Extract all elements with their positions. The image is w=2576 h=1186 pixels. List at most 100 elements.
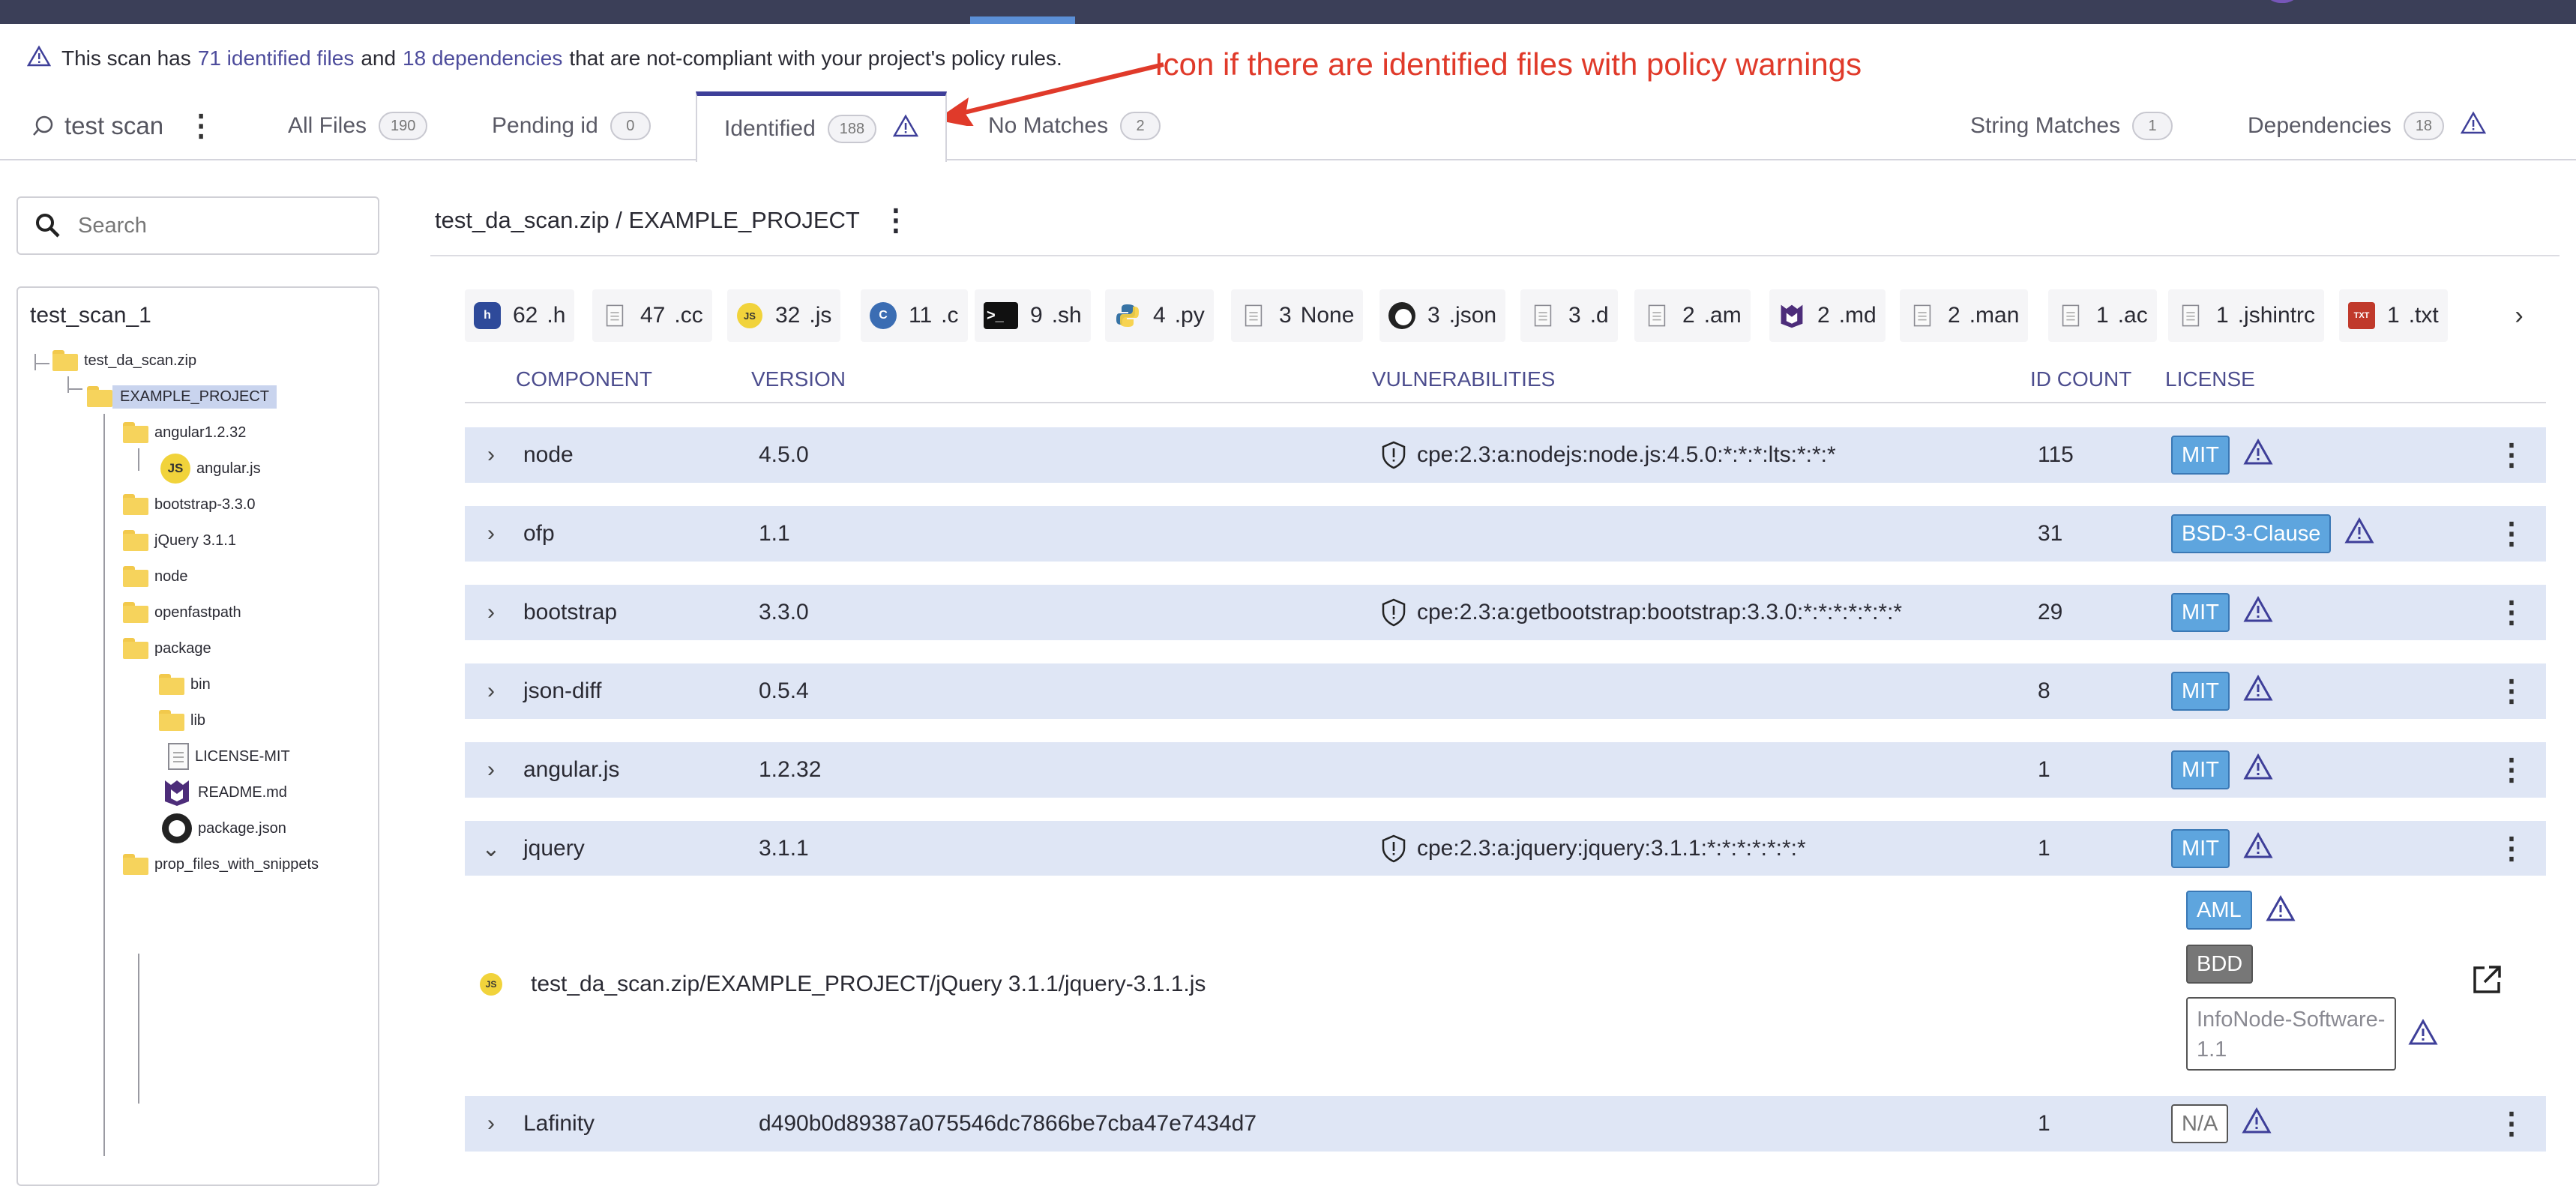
chevron-right-icon[interactable]: › xyxy=(480,663,502,719)
chevron-right-icon[interactable]: › xyxy=(480,742,502,798)
chevron-right-icon[interactable]: › xyxy=(480,427,502,483)
extension-label: .jshintrc xyxy=(2237,303,2316,328)
column-header-vulnerabilities[interactable]: VULNERABILITIES xyxy=(1372,367,1555,391)
extension-label: .txt xyxy=(2408,303,2439,328)
extension-chip[interactable]: 47 .cc xyxy=(592,289,712,342)
tree-node[interactable]: JS angular.js xyxy=(160,453,267,484)
table-row[interactable]: › Lafinity d490b0d89387a075546dc7866be7c… xyxy=(465,1096,2546,1152)
component-name: ofp xyxy=(523,521,555,546)
extension-chip[interactable]: 2 .md xyxy=(1769,289,1886,342)
tree-node[interactable]: bootstrap-3.3.0 xyxy=(123,489,262,520)
license-badge[interactable]: MIT xyxy=(2171,829,2230,868)
tree-node[interactable]: bin xyxy=(159,669,217,700)
extension-label: .c xyxy=(941,303,959,328)
file-entry[interactable]: JS test_da_scan.zip/EXAMPLE_PROJECT/jQue… xyxy=(480,966,1206,1003)
row-menu-icon[interactable]: ⋮ xyxy=(2497,663,2527,719)
open-external-icon[interactable] xyxy=(2471,964,2503,999)
extension-chip[interactable]: 4 .py xyxy=(1105,289,1214,342)
row-menu-icon[interactable]: ⋮ xyxy=(2497,742,2527,798)
row-menu-icon[interactable]: ⋮ xyxy=(2497,821,2527,876)
license-badge[interactable]: MIT xyxy=(2171,593,2230,632)
extension-chip[interactable]: >_ 9 .sh xyxy=(975,289,1091,342)
tab-pending-id[interactable]: Pending id 0 xyxy=(492,91,651,160)
tree-node[interactable]: angular1.2.32 xyxy=(123,417,252,448)
extension-chip[interactable]: h 62 .h xyxy=(465,289,575,342)
tree-node[interactable]: openfastpath xyxy=(123,597,247,628)
extension-chip[interactable]: C 11 .c xyxy=(861,289,968,342)
chevron-right-icon[interactable]: › xyxy=(480,1096,502,1152)
vulnerability-cpe[interactable]: cpe:2.3:a:jquery:jquery:3.1.1:*:*:*:*:*:… xyxy=(1417,836,1806,861)
column-header-component[interactable]: COMPONENT xyxy=(516,367,652,391)
extension-chip[interactable]: TXT 1 .txt xyxy=(2339,289,2448,342)
vulnerability-cpe[interactable]: cpe:2.3:a:nodejs:node.js:4.5.0:*:*:*:lts… xyxy=(1417,442,1836,468)
table-row[interactable]: › ofp 1.1 31 BSD-3-Clause ⋮ xyxy=(465,506,2546,562)
extension-chip[interactable]: 1 .jshintrc xyxy=(2168,289,2325,342)
identified-files-link[interactable]: 71 identified files xyxy=(198,46,355,70)
breadcrumb-path[interactable]: test_da_scan.zip / EXAMPLE_PROJECT xyxy=(435,207,860,234)
extension-chip[interactable]: 3 .json xyxy=(1379,289,1506,342)
tab-all-files[interactable]: All Files 190 xyxy=(288,91,428,160)
extension-chip[interactable]: 3 .d xyxy=(1520,289,1618,342)
tree-root-title[interactable]: test_scan_1 xyxy=(30,303,151,328)
tree-node[interactable]: lib xyxy=(159,705,211,736)
extension-chip[interactable]: JS 32 .js xyxy=(727,289,841,342)
tab-dependencies[interactable]: Dependencies 18 xyxy=(2248,91,2487,160)
dependencies-link[interactable]: 18 dependencies xyxy=(403,46,562,70)
tree-node[interactable]: jQuery 3.1.1 xyxy=(123,525,242,556)
license-badge[interactable]: AML xyxy=(2186,891,2252,930)
chevron-right-icon[interactable]: › xyxy=(480,506,502,562)
scan-selector[interactable]: test scan ⋮ xyxy=(31,91,216,160)
chevron-right-icon[interactable]: › xyxy=(2504,289,2534,342)
vulnerability-cell: cpe:2.3:a:getbootstrap:bootstrap:3.3.0:*… xyxy=(1381,585,1902,640)
tree-node-label: package.json xyxy=(198,819,286,837)
license-badge[interactable]: MIT xyxy=(2171,436,2230,475)
search-input[interactable] xyxy=(78,213,363,238)
breadcrumb-menu-icon[interactable]: ⋮ xyxy=(881,203,911,238)
license-badge[interactable]: N/A xyxy=(2171,1104,2229,1143)
chevron-right-icon[interactable]: › xyxy=(480,585,502,640)
tab-no-matches[interactable]: No Matches 2 xyxy=(988,91,1161,160)
tree-node[interactable]: package.json xyxy=(162,813,292,844)
search-box[interactable] xyxy=(16,196,379,255)
row-menu-icon[interactable]: ⋮ xyxy=(2497,585,2527,640)
scan-menu-icon[interactable]: ⋮ xyxy=(186,109,216,143)
tab-string-matches[interactable]: String Matches 1 xyxy=(1970,91,2173,160)
license-badge[interactable]: MIT xyxy=(2171,672,2230,711)
row-menu-icon[interactable]: ⋮ xyxy=(2497,506,2527,562)
tree-node[interactable]: test_da_scan.zip xyxy=(52,345,202,376)
avatar[interactable] xyxy=(2263,0,2302,3)
extension-chip[interactable]: 2 .man xyxy=(1900,289,2029,342)
extension-chip[interactable]: 2 .am xyxy=(1634,289,1751,342)
license-badge[interactable]: InfoNode-Software-1.1 xyxy=(2186,997,2396,1071)
id-count: 1 xyxy=(2038,757,2050,782)
folder-icon xyxy=(123,422,148,443)
tree-node[interactable]: package xyxy=(123,633,217,664)
row-menu-icon[interactable]: ⋮ xyxy=(2497,427,2527,483)
tab-count: 188 xyxy=(827,115,877,143)
extension-chip[interactable]: 1 .ac xyxy=(2048,289,2157,342)
table-row[interactable]: › angular.js 1.2.32 1 MIT ⋮ xyxy=(465,742,2546,798)
license-badge[interactable]: BDD xyxy=(2186,945,2254,984)
table-row[interactable]: › bootstrap 3.3.0 cpe:2.3:a:getbootstrap… xyxy=(465,585,2546,640)
tree-node[interactable]: README.md xyxy=(162,777,293,808)
column-header-version[interactable]: VERSION xyxy=(751,367,846,391)
table-row[interactable]: › json-diff 0.5.4 8 MIT ⋮ xyxy=(465,663,2546,719)
tree-node[interactable]: node xyxy=(123,561,194,592)
row-menu-icon[interactable]: ⋮ xyxy=(2497,1096,2527,1152)
tree-node[interactable]: LICENSE-MIT xyxy=(168,741,296,772)
policy-warning-icon xyxy=(2344,517,2374,550)
tree-node-selected[interactable]: EXAMPLE_PROJECT xyxy=(87,381,277,412)
tree-node[interactable]: prop_files_with_snippets xyxy=(123,849,325,880)
table-row[interactable]: › node 4.5.0 cpe:2.3:a:nodejs:node.js:4.… xyxy=(465,427,2546,483)
column-header-id-count[interactable]: ID COUNT xyxy=(2030,367,2131,391)
tab-identified[interactable]: Identified 188 xyxy=(696,91,948,162)
vulnerability-cpe[interactable]: cpe:2.3:a:getbootstrap:bootstrap:3.3.0:*… xyxy=(1417,600,1902,625)
extension-count: 2 xyxy=(1948,303,1960,328)
table-row-expanded[interactable]: ⌄ jquery 3.1.1 cpe:2.3:a:jquery:jquery:3… xyxy=(465,821,2546,876)
license-badge[interactable]: MIT xyxy=(2171,750,2230,789)
chevron-down-icon[interactable]: ⌄ xyxy=(480,821,502,876)
extension-chip[interactable]: 3 None xyxy=(1231,289,1364,342)
tree-node-label: package xyxy=(154,639,211,657)
column-header-license[interactable]: LICENSE xyxy=(2165,367,2255,391)
license-badge[interactable]: BSD-3-Clause xyxy=(2171,514,2332,553)
